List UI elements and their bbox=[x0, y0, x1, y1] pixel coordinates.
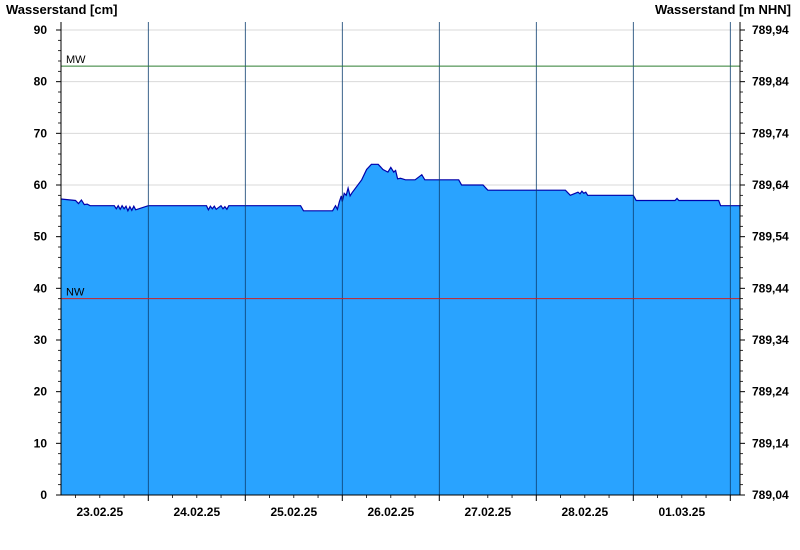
y-tick-label-right: 789,54 bbox=[752, 230, 789, 244]
reference-label-nw: NW bbox=[66, 287, 85, 299]
y-tick-label-right: 789,94 bbox=[752, 23, 789, 37]
plot-area: MW NW 0 789,04 10 789,14 20 789,24 30 789,34 40 789… bbox=[34, 22, 789, 519]
y-tick-label-right: 789,14 bbox=[752, 436, 789, 450]
x-tick-label: 24.02.25 bbox=[173, 505, 220, 519]
y-tick-label-left: 10 bbox=[34, 436, 48, 450]
reference-label-mw: MW bbox=[66, 54, 86, 66]
y-tick-label-left: 60 bbox=[34, 178, 48, 192]
series-area bbox=[61, 164, 740, 496]
y-tick-label-left: 20 bbox=[34, 385, 48, 399]
y-tick-label-left: 0 bbox=[40, 488, 47, 502]
water-level-chart: Wasserstand [cm] Wasserstand [m NHN] MW N… bbox=[6, 2, 791, 519]
y-tick-label-left: 50 bbox=[34, 230, 48, 244]
y-tick-label-right: 789,74 bbox=[752, 126, 789, 140]
y-tick-label-left: 40 bbox=[34, 281, 48, 295]
x-tick-label: 26.02.25 bbox=[367, 505, 414, 519]
y-tick-label-right: 789,44 bbox=[752, 281, 789, 295]
y-tick-label-right: 789,04 bbox=[752, 488, 789, 502]
left-axis-title: Wasserstand [cm] bbox=[6, 2, 118, 17]
y-tick-label-left: 90 bbox=[34, 23, 48, 37]
x-tick-label: 23.02.25 bbox=[76, 505, 123, 519]
x-tick-label: 28.02.25 bbox=[561, 505, 608, 519]
y-tick-label-right: 789,64 bbox=[752, 178, 789, 192]
y-tick-label-left: 70 bbox=[34, 126, 48, 140]
right-axis-title: Wasserstand [m NHN] bbox=[655, 2, 791, 17]
y-tick-label-left: 30 bbox=[34, 333, 48, 347]
x-tick-label: 01.03.25 bbox=[658, 505, 705, 519]
y-tick-label-left: 80 bbox=[34, 75, 48, 89]
y-tick-label-right: 789,84 bbox=[752, 75, 789, 89]
x-tick-label: 25.02.25 bbox=[270, 505, 317, 519]
y-tick-label-right: 789,24 bbox=[752, 385, 789, 399]
x-tick-label: 27.02.25 bbox=[464, 505, 511, 519]
y-tick-label-right: 789,34 bbox=[752, 333, 789, 347]
